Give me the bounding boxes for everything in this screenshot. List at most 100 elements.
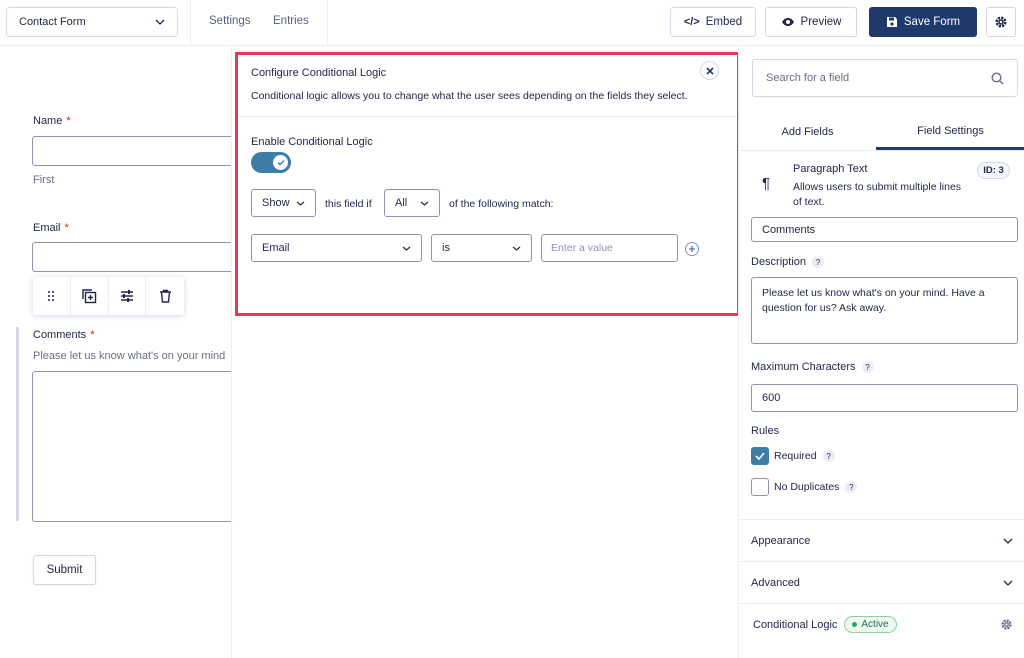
modal-divider [238,116,737,117]
chevron-down-icon [402,246,411,251]
name-first-sublabel: First [33,174,55,186]
active-status-badge: Active [844,616,897,633]
comments-description: Please let us know what's on your mind [33,350,226,362]
check-icon [755,452,765,460]
rule-field-value: Email [262,242,290,254]
name-field-label: Name * [33,115,71,127]
advanced-panel-toggle[interactable]: Advanced [739,561,1024,603]
status-dot [852,622,858,627]
tab-entries[interactable]: Entries [273,15,309,27]
rule-operator-value: is [442,242,450,254]
comments-field-label: Comments * [33,329,95,341]
no-duplicates-label: No Duplicates? [774,481,858,493]
preview-label: Preview [800,16,842,28]
field-type-title: Paragraph Text [793,163,868,175]
embed-label: Embed [705,16,743,28]
selected-field-indicator [16,327,19,521]
tab-field-settings[interactable]: Field Settings [876,114,1024,150]
conditional-logic-modal: Configure Conditional Logic Conditional … [235,52,740,316]
embed-button[interactable]: </> Embed [670,7,756,37]
chevron-down-icon [512,246,521,251]
divider [327,0,328,46]
description-label: Description? [751,256,825,268]
field-type-description: Allows users to submit multiple lines of… [793,181,962,208]
tab-add-fields[interactable]: Add Fields [739,114,876,150]
drag-dots-icon [48,291,55,301]
eye-icon [781,18,794,26]
search-placeholder: Search for a field [766,72,850,84]
modal-title: Configure Conditional Logic [251,67,387,79]
paragraph-icon: ¶ [762,175,771,192]
field-toolbar [33,277,184,315]
search-icon [991,71,1004,84]
submit-button[interactable]: Submit [33,555,96,585]
action-select-value: Show [262,197,290,209]
tab-settings[interactable]: Settings [209,15,251,27]
form-selector[interactable]: Contact Form [6,7,178,37]
sliders-icon [120,290,133,302]
check-icon [277,160,284,166]
conditional-logic-panel[interactable]: Conditional Logic Active [739,603,1024,645]
max-chars-input[interactable]: 600 [751,384,1018,412]
logic-type-select[interactable]: All [384,189,440,217]
field-settings-button[interactable] [109,277,147,315]
delete-field-button[interactable] [146,277,184,315]
gear-icon [995,16,1007,28]
form-selector-label: Contact Form [19,16,86,28]
settings-gear-button[interactable] [986,7,1016,37]
required-label: Required? [774,450,835,462]
name-first-input[interactable] [32,136,252,166]
preview-button[interactable]: Preview [765,7,857,37]
this-field-if-text: this field if [325,198,372,210]
required-mark: * [90,329,95,341]
duplicate-field-button[interactable] [71,277,109,315]
modal-description: Conditional logic allows you to change w… [251,90,688,102]
advanced-label: Advanced [751,576,800,589]
required-mark: * [64,222,69,234]
help-icon[interactable]: ? [822,450,835,462]
action-select[interactable]: Show [251,189,316,217]
appearance-label: Appearance [751,534,811,547]
logic-type-value: All [395,197,408,209]
close-icon [705,66,714,75]
rule-field-select[interactable]: Email [251,234,422,262]
email-field-label: Email * [33,222,69,234]
duplicate-icon [82,289,97,304]
field-settings-sidebar: Search for a field Add Fields Field Sett… [738,47,1024,658]
chevron-down-icon [155,19,165,25]
top-bar: Contact Form Settings Entries </> Embed … [0,0,1024,46]
enable-conditional-logic-toggle[interactable] [251,152,291,173]
help-icon[interactable]: ? [812,256,825,268]
help-icon[interactable]: ? [861,361,874,373]
no-duplicates-checkbox[interactable] [751,478,769,496]
add-rule-button[interactable] [685,242,699,256]
field-search-input[interactable]: Search for a field [752,59,1018,97]
close-modal-button[interactable] [700,61,719,80]
save-form-button[interactable]: Save Form [869,7,977,37]
max-chars-value: 600 [762,392,781,404]
rule-value-input[interactable] [541,234,678,262]
chevron-down-icon [296,201,305,206]
chevron-down-icon [1003,538,1013,544]
trash-icon [159,289,171,303]
enable-conditional-logic-label: Enable Conditional Logic [251,136,373,148]
appearance-panel-toggle[interactable]: Appearance [739,519,1024,561]
drag-handle[interactable] [33,277,71,315]
field-id-badge: ID: 3 [977,162,1010,179]
save-icon [886,17,897,27]
chevron-down-icon [420,201,429,206]
chevron-down-icon [1003,580,1013,586]
description-textarea[interactable]: Please let us know what's on your mind. … [751,277,1018,344]
email-input[interactable] [32,242,252,272]
description-value: Please let us know what's on your mind. … [762,287,985,314]
comments-textarea[interactable] [32,371,252,522]
required-checkbox[interactable] [751,447,769,465]
rule-operator-select[interactable]: is [431,234,532,262]
save-form-label: Save Form [903,16,961,28]
field-label-value: Comments [762,223,816,236]
following-match-text: of the following match: [449,198,554,210]
required-mark: * [66,115,71,127]
gear-icon[interactable] [1000,618,1013,631]
field-label-input[interactable]: Comments [751,217,1018,242]
help-icon[interactable]: ? [845,481,858,493]
